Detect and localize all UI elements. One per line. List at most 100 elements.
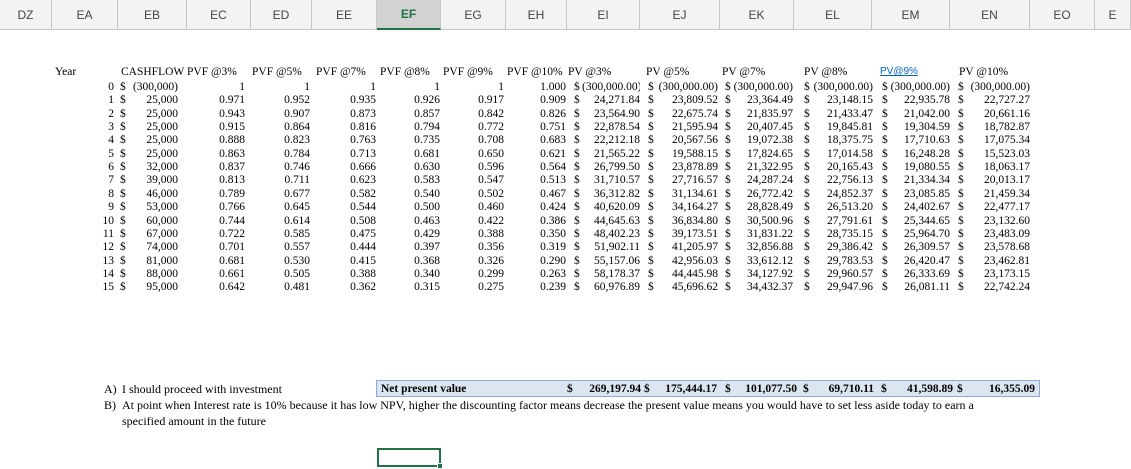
pv-cell[interactable]: 22,675.74 — [656, 108, 718, 120]
column-header-ei[interactable]: EI — [567, 0, 640, 30]
column-header-eb[interactable]: EB — [118, 0, 187, 30]
pvf-cell[interactable]: 0.319 — [500, 241, 566, 253]
cashflow-cell[interactable]: 74,000 — [126, 241, 178, 253]
pv-cell[interactable]: 26,799.50 — [582, 161, 640, 173]
pvf-cell[interactable]: 0.444 — [306, 241, 376, 253]
pvf-cell[interactable]: 0.971 — [178, 94, 245, 106]
pvf-cell[interactable]: 0.582 — [306, 188, 376, 200]
pvf-cell[interactable]: 0.926 — [370, 94, 440, 106]
pvf-cell[interactable]: 0.722 — [178, 228, 245, 240]
pv-cell[interactable]: 23,364.49 — [733, 94, 793, 106]
pvf-cell[interactable]: 0.744 — [178, 215, 245, 227]
pvf-cell[interactable]: 0.943 — [178, 108, 245, 120]
pv-cell[interactable]: 23,085.85 — [890, 188, 950, 200]
year-cell[interactable]: 11 — [70, 228, 114, 240]
pv9-header[interactable]: PV@9% — [880, 66, 918, 78]
pvf-cell[interactable]: 0.415 — [306, 255, 376, 267]
pv-cell[interactable]: 19,304.59 — [890, 121, 950, 133]
answer-b-text-line1[interactable]: At point when Interest rate is 10% becau… — [122, 398, 974, 412]
pvf-cell[interactable]: 0.772 — [434, 121, 504, 133]
year-cell[interactable]: 14 — [70, 268, 115, 280]
column-header-el[interactable]: EL — [794, 0, 872, 30]
cashflow-cell[interactable]: 88,000 — [126, 268, 178, 280]
npv-value[interactable]: 69,710.11 — [812, 383, 874, 395]
pvf-cell[interactable]: 0.530 — [242, 255, 310, 267]
pvf-cell[interactable]: 0.746 — [242, 161, 310, 173]
pv-cell[interactable]: 20,661.16 — [966, 108, 1030, 120]
pv-cell[interactable]: 34,432.37 — [733, 281, 793, 293]
pv-cell[interactable]: 31,134.61 — [656, 188, 718, 200]
pv-cell[interactable]: 21,322.95 — [733, 161, 793, 173]
year-cell[interactable]: 1 — [70, 94, 114, 106]
pvf-cell[interactable]: 0.681 — [370, 148, 440, 160]
npv-value[interactable]: 175,444.17 — [653, 383, 717, 395]
pvf-cell[interactable]: 0.763 — [306, 134, 376, 146]
pvf-cell[interactable]: 0.623 — [306, 174, 376, 186]
pv-cell[interactable]: 17,824.65 — [733, 148, 793, 160]
cashflow-cell[interactable]: 81,000 — [126, 255, 178, 267]
column-header-ed[interactable]: ED — [251, 0, 312, 30]
pv-cell[interactable]: 60,976.89 — [582, 281, 640, 293]
pv-cell[interactable]: 20,165.43 — [812, 161, 873, 173]
pvf-cell[interactable]: 0.650 — [434, 148, 504, 160]
cashflow-cell[interactable]: 53,000 — [126, 201, 178, 213]
npv-value[interactable]: 101,077.50 — [734, 383, 797, 395]
pv-cell[interactable]: 55,157.06 — [582, 255, 640, 267]
cashflow-cell[interactable]: 25,000 — [126, 148, 178, 160]
cashflow-cell[interactable]: 25,000 — [126, 94, 178, 106]
cashflow-cell[interactable]: 95,000 — [126, 281, 178, 293]
pv-cell[interactable]: 17,014.58 — [812, 148, 873, 160]
pvf-cell[interactable]: 0.873 — [306, 108, 376, 120]
pv-cell[interactable]: 23,173.15 — [966, 268, 1030, 280]
pv-cell[interactable]: 18,063.17 — [966, 161, 1030, 173]
pvf-cell[interactable]: 0.661 — [178, 268, 245, 280]
pvf-cell[interactable]: 1 — [242, 81, 310, 93]
pvf-cell[interactable]: 0.735 — [370, 134, 440, 146]
pvf-cell[interactable]: 0.909 — [500, 94, 566, 106]
column-header-ek[interactable]: EK — [720, 0, 794, 30]
pvf-cell[interactable]: 0.505 — [242, 268, 310, 280]
pv-cell[interactable]: 17,710.63 — [890, 134, 950, 146]
year-cell[interactable]: 3 — [70, 121, 114, 133]
pv-cell[interactable]: 48,402.23 — [582, 228, 640, 240]
pv-cell[interactable]: 21,334.34 — [890, 174, 950, 186]
worksheet-grid[interactable]: Year CASHFLOW PVF @3% PVF @5% PVF @7% PVF @8%… — [0, 30, 1131, 469]
pvf-cell[interactable]: 0.397 — [370, 241, 440, 253]
pvf-cell[interactable]: 0.888 — [178, 134, 245, 146]
pv-cell[interactable]: 22,477.17 — [966, 201, 1030, 213]
year-cell[interactable]: 15 — [70, 281, 115, 293]
pvf-cell[interactable]: 1 — [306, 81, 376, 93]
pvf-cell[interactable]: 0.917 — [434, 94, 504, 106]
pv-cell[interactable]: 22,727.27 — [966, 94, 1030, 106]
pv-cell[interactable]: 26,333.69 — [890, 268, 950, 280]
pv-cell[interactable]: 19,588.15 — [656, 148, 718, 160]
column-header-dz[interactable]: DZ — [0, 0, 52, 30]
pv-cell[interactable]: 18,375.75 — [812, 134, 873, 146]
column-header-ec[interactable]: EC — [187, 0, 251, 30]
pvf-cell[interactable]: 0.467 — [500, 188, 566, 200]
pv-cell[interactable]: 44,445.98 — [656, 268, 718, 280]
answer-b-marker[interactable]: B) — [104, 398, 116, 412]
pvf-cell[interactable]: 0.621 — [500, 148, 566, 160]
pv-cell[interactable]: 24,852.37 — [812, 188, 873, 200]
pvf-cell[interactable]: 0.630 — [370, 161, 440, 173]
pv-cell[interactable]: 23,462.81 — [966, 255, 1030, 267]
pvf-cell[interactable]: 0.275 — [434, 281, 504, 293]
pv-cell[interactable]: (300,000.00) — [656, 81, 718, 93]
pvf-cell[interactable]: 0.642 — [178, 281, 245, 293]
pv-cell[interactable]: 29,960.57 — [812, 268, 873, 280]
year-cell[interactable]: 6 — [70, 161, 114, 173]
pv-cell[interactable]: (300,000.00) — [812, 81, 873, 93]
pvf-cell[interactable]: 0.263 — [500, 268, 566, 280]
cashflow-cell[interactable]: 25,000 — [126, 121, 178, 133]
pvf-cell[interactable]: 0.789 — [178, 188, 245, 200]
pv-cell[interactable]: 22,742.24 — [966, 281, 1030, 293]
answer-b-text-line2[interactable]: specified amount in the future — [122, 414, 266, 428]
column-header-em[interactable]: EM — [872, 0, 950, 30]
pv-cell[interactable]: 15,523.03 — [966, 148, 1030, 160]
pvf-cell[interactable]: 0.751 — [500, 121, 566, 133]
pvf-cell[interactable]: 0.645 — [242, 201, 310, 213]
pv-cell[interactable]: 23,132.60 — [966, 215, 1030, 227]
pv-cell[interactable]: 21,433.47 — [812, 108, 873, 120]
pv-cell[interactable]: 24,287.24 — [733, 174, 793, 186]
